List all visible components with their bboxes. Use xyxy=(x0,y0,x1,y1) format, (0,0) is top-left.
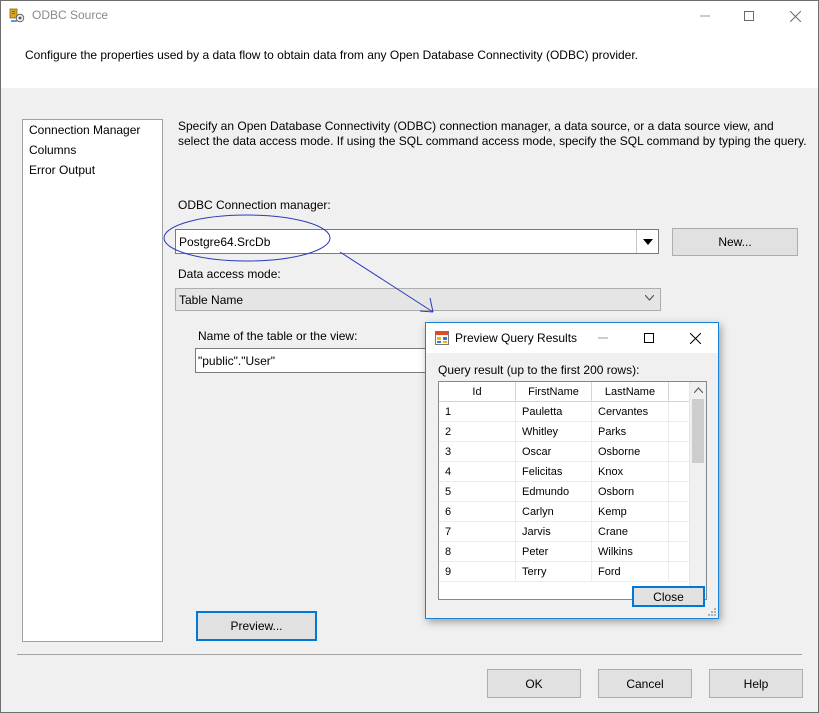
chevron-down-icon xyxy=(645,295,654,301)
minimize-icon xyxy=(700,15,710,17)
window-title: ODBC Source xyxy=(32,8,109,22)
table-name-value: "public"."User" xyxy=(198,354,276,368)
table-row[interactable]: 5 Edmundo Osborn xyxy=(439,482,695,502)
access-mode-combo[interactable]: Table Name xyxy=(175,288,661,311)
maximize-icon xyxy=(644,333,654,343)
connection-manager-dropdown[interactable] xyxy=(636,230,658,253)
cell-id: 5 xyxy=(439,482,516,502)
navigation-list: Connection Manager Columns Error Output xyxy=(22,119,163,642)
table-row[interactable]: 8 Peter Wilkins xyxy=(439,542,695,562)
cell-id: 8 xyxy=(439,542,516,562)
grid-header: Id FirstName LastName xyxy=(439,382,695,402)
new-connection-button[interactable]: New... xyxy=(672,228,798,256)
cell-lastname: Osborne xyxy=(592,442,669,462)
dialog-minimize-button[interactable] xyxy=(580,323,626,353)
ok-button[interactable]: OK xyxy=(487,669,581,698)
query-result-caption: Query result (up to the first 200 rows): xyxy=(438,363,640,377)
preview-query-results-dialog: Preview Query Results Query result (up t… xyxy=(425,322,719,619)
scroll-up-icon[interactable] xyxy=(694,387,703,393)
preview-button[interactable]: Preview... xyxy=(196,611,317,641)
maximize-icon xyxy=(744,11,754,21)
table-row[interactable]: 1 Pauletta Cervantes xyxy=(439,402,695,422)
help-button[interactable]: Help xyxy=(709,669,803,698)
cell-lastname: Parks xyxy=(592,422,669,442)
connection-manager-label: ODBC Connection manager: xyxy=(178,198,331,212)
cell-lastname: Crane xyxy=(592,522,669,542)
panel-description: Specify an Open Database Connectivity (O… xyxy=(178,119,807,148)
cell-id: 3 xyxy=(439,442,516,462)
chevron-down-icon xyxy=(642,238,653,245)
table-name-field[interactable]: "public"."User" xyxy=(195,348,455,373)
dialog-title: Preview Query Results xyxy=(455,331,578,345)
close-button[interactable] xyxy=(772,1,818,31)
cancel-button[interactable]: Cancel xyxy=(598,669,692,698)
column-header-id[interactable]: Id xyxy=(439,382,516,402)
table-row[interactable]: 6 Carlyn Kemp xyxy=(439,502,695,522)
scroll-thumb[interactable] xyxy=(692,399,704,463)
close-icon xyxy=(789,10,801,22)
cell-lastname: Osborn xyxy=(592,482,669,502)
window-description: Configure the properties used by a data … xyxy=(25,48,638,62)
resize-grip-icon[interactable] xyxy=(708,608,716,616)
cell-firstname: Carlyn xyxy=(516,502,592,522)
grid-body: 1 Pauletta Cervantes 2 Whitley Parks 3 Oscar Osb… xyxy=(439,402,695,582)
access-mode-value: Table Name xyxy=(179,293,244,307)
cell-lastname: Cervantes xyxy=(592,402,669,422)
cell-lastname: Wilkins xyxy=(592,542,669,562)
cell-id: 9 xyxy=(439,562,516,582)
column-header-firstname[interactable]: FirstName xyxy=(516,382,592,402)
cell-firstname: Edmundo xyxy=(516,482,592,502)
table-row[interactable]: 2 Whitley Parks xyxy=(439,422,695,442)
maximize-button[interactable] xyxy=(726,1,772,31)
connection-manager-value: Postgre64.SrcDb xyxy=(179,235,271,249)
ssis-source-icon xyxy=(9,8,25,23)
cell-id: 2 xyxy=(439,422,516,442)
grid-icon xyxy=(435,331,449,345)
cell-id: 1 xyxy=(439,402,516,422)
cell-firstname: Felicitas xyxy=(516,462,592,482)
cell-lastname: Knox xyxy=(592,462,669,482)
access-mode-label: Data access mode: xyxy=(178,267,281,281)
connection-manager-combo[interactable]: Postgre64.SrcDb xyxy=(175,229,659,254)
dialog-close-button[interactable] xyxy=(672,323,718,353)
nav-item-error-output[interactable]: Error Output xyxy=(29,163,95,177)
window-titlebar: ODBC Source xyxy=(1,1,818,31)
table-name-label: Name of the table or the view: xyxy=(198,329,358,343)
cell-id: 4 xyxy=(439,462,516,482)
cell-firstname: Oscar xyxy=(516,442,592,462)
close-icon xyxy=(689,332,701,344)
table-row[interactable]: 3 Oscar Osborne xyxy=(439,442,695,462)
cell-firstname: Terry xyxy=(516,562,592,582)
minimize-icon xyxy=(598,337,608,339)
nav-item-columns[interactable]: Columns xyxy=(29,143,76,157)
minimize-button[interactable] xyxy=(682,1,728,31)
table-row[interactable]: 7 Jarvis Crane xyxy=(439,522,695,542)
dialog-titlebar: Preview Query Results xyxy=(426,323,718,353)
dialog-maximize-button[interactable] xyxy=(626,323,672,353)
cell-lastname: Ford xyxy=(592,562,669,582)
cell-lastname: Kemp xyxy=(592,502,669,522)
grid-vertical-scrollbar[interactable] xyxy=(689,382,706,599)
cell-firstname: Pauletta xyxy=(516,402,592,422)
table-row[interactable]: 9 Terry Ford xyxy=(439,562,695,582)
cell-id: 6 xyxy=(439,502,516,522)
cell-firstname: Peter xyxy=(516,542,592,562)
query-results-grid[interactable]: Id FirstName LastName 1 Pauletta Cervantes… xyxy=(438,381,707,600)
table-row[interactable]: 4 Felicitas Knox xyxy=(439,462,695,482)
cell-firstname: Whitley xyxy=(516,422,592,442)
nav-item-connection-manager[interactable]: Connection Manager xyxy=(29,123,140,137)
footer-divider xyxy=(17,654,802,655)
cell-id: 7 xyxy=(439,522,516,542)
column-header-lastname[interactable]: LastName xyxy=(592,382,669,402)
cell-firstname: Jarvis xyxy=(516,522,592,542)
dialog-close-action-button[interactable]: Close xyxy=(632,586,705,607)
